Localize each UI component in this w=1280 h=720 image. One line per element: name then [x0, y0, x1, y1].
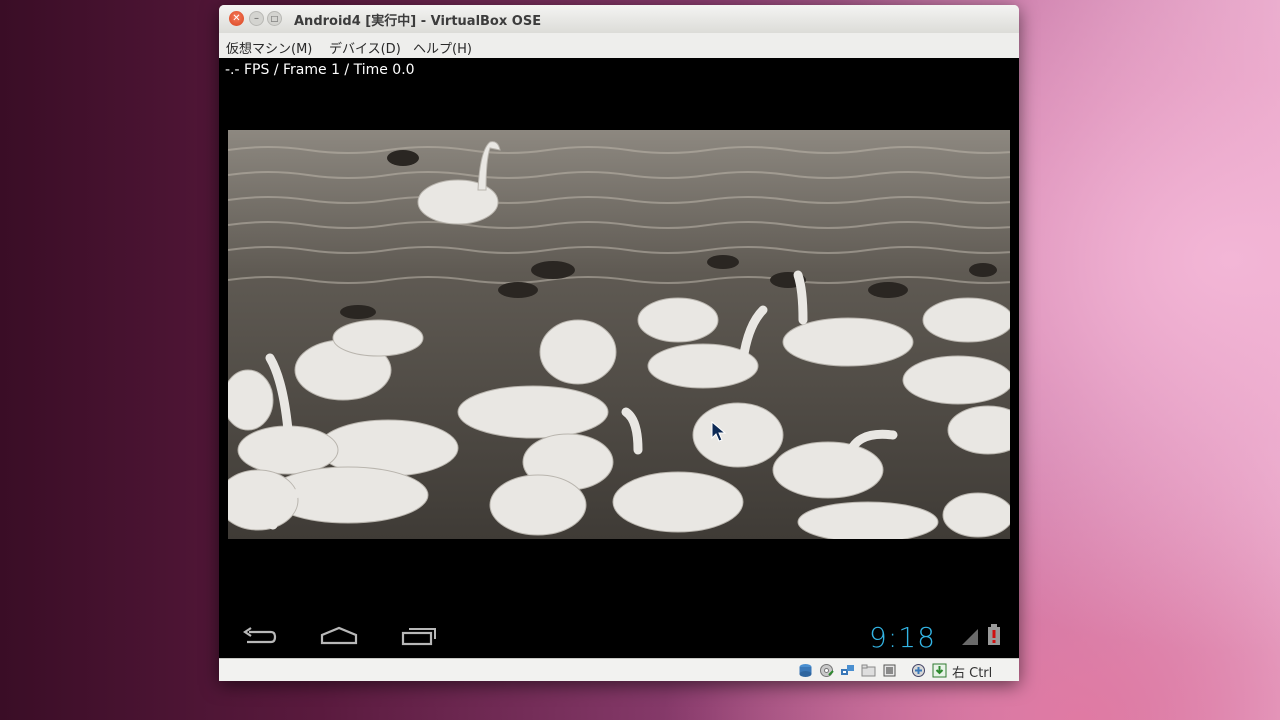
- virtualization-icon[interactable]: [911, 663, 926, 678]
- vbox-status-bar: 右 Ctrl: [219, 658, 1019, 681]
- minimize-window-icon[interactable]: –: [249, 11, 264, 26]
- shared-folders-icon[interactable]: [861, 663, 876, 678]
- android-nav-bar: 9:18: [219, 618, 1019, 658]
- menu-machine[interactable]: 仮想マシン(M): [226, 38, 312, 57]
- optical-drive-icon[interactable]: [819, 663, 834, 678]
- title-bar[interactable]: ✕ – □ Android4 [実行中] - VirtualBox OSE: [219, 5, 1019, 33]
- close-window-icon[interactable]: ✕: [229, 11, 244, 26]
- host-key-indicator: 右 Ctrl: [952, 666, 993, 681]
- network-icon[interactable]: [840, 663, 855, 678]
- recent-apps-icon[interactable]: [401, 625, 439, 647]
- menu-bar: 仮想マシン(M) デバイス(D) ヘルプ(H): [219, 33, 1019, 58]
- window-title: Android4 [実行中] - VirtualBox OSE: [294, 14, 542, 29]
- menu-help[interactable]: ヘルプ(H): [413, 38, 472, 57]
- back-icon[interactable]: [241, 626, 277, 648]
- virtualbox-window: ✕ – □ Android4 [実行中] - VirtualBox OSE 仮想…: [219, 5, 1019, 681]
- swans-video-image: [228, 130, 1010, 539]
- signal-icon: [962, 629, 978, 645]
- video-frame[interactable]: [228, 130, 1010, 539]
- battery-alert-icon: [988, 624, 1000, 645]
- home-icon[interactable]: [320, 625, 358, 647]
- menu-devices[interactable]: デバイス(D): [329, 38, 401, 57]
- usb-icon[interactable]: [882, 663, 897, 678]
- maximize-window-icon[interactable]: □: [267, 11, 282, 26]
- hard-disk-icon[interactable]: [798, 663, 813, 678]
- android-clock: 9:18: [869, 621, 936, 654]
- fps-overlay: -.- FPS / Frame 1 / Time 0.0: [225, 62, 415, 78]
- mouse-integration-icon[interactable]: [932, 663, 947, 678]
- vm-display[interactable]: -.- FPS / Frame 1 / Time 0.0 9:18: [219, 58, 1019, 658]
